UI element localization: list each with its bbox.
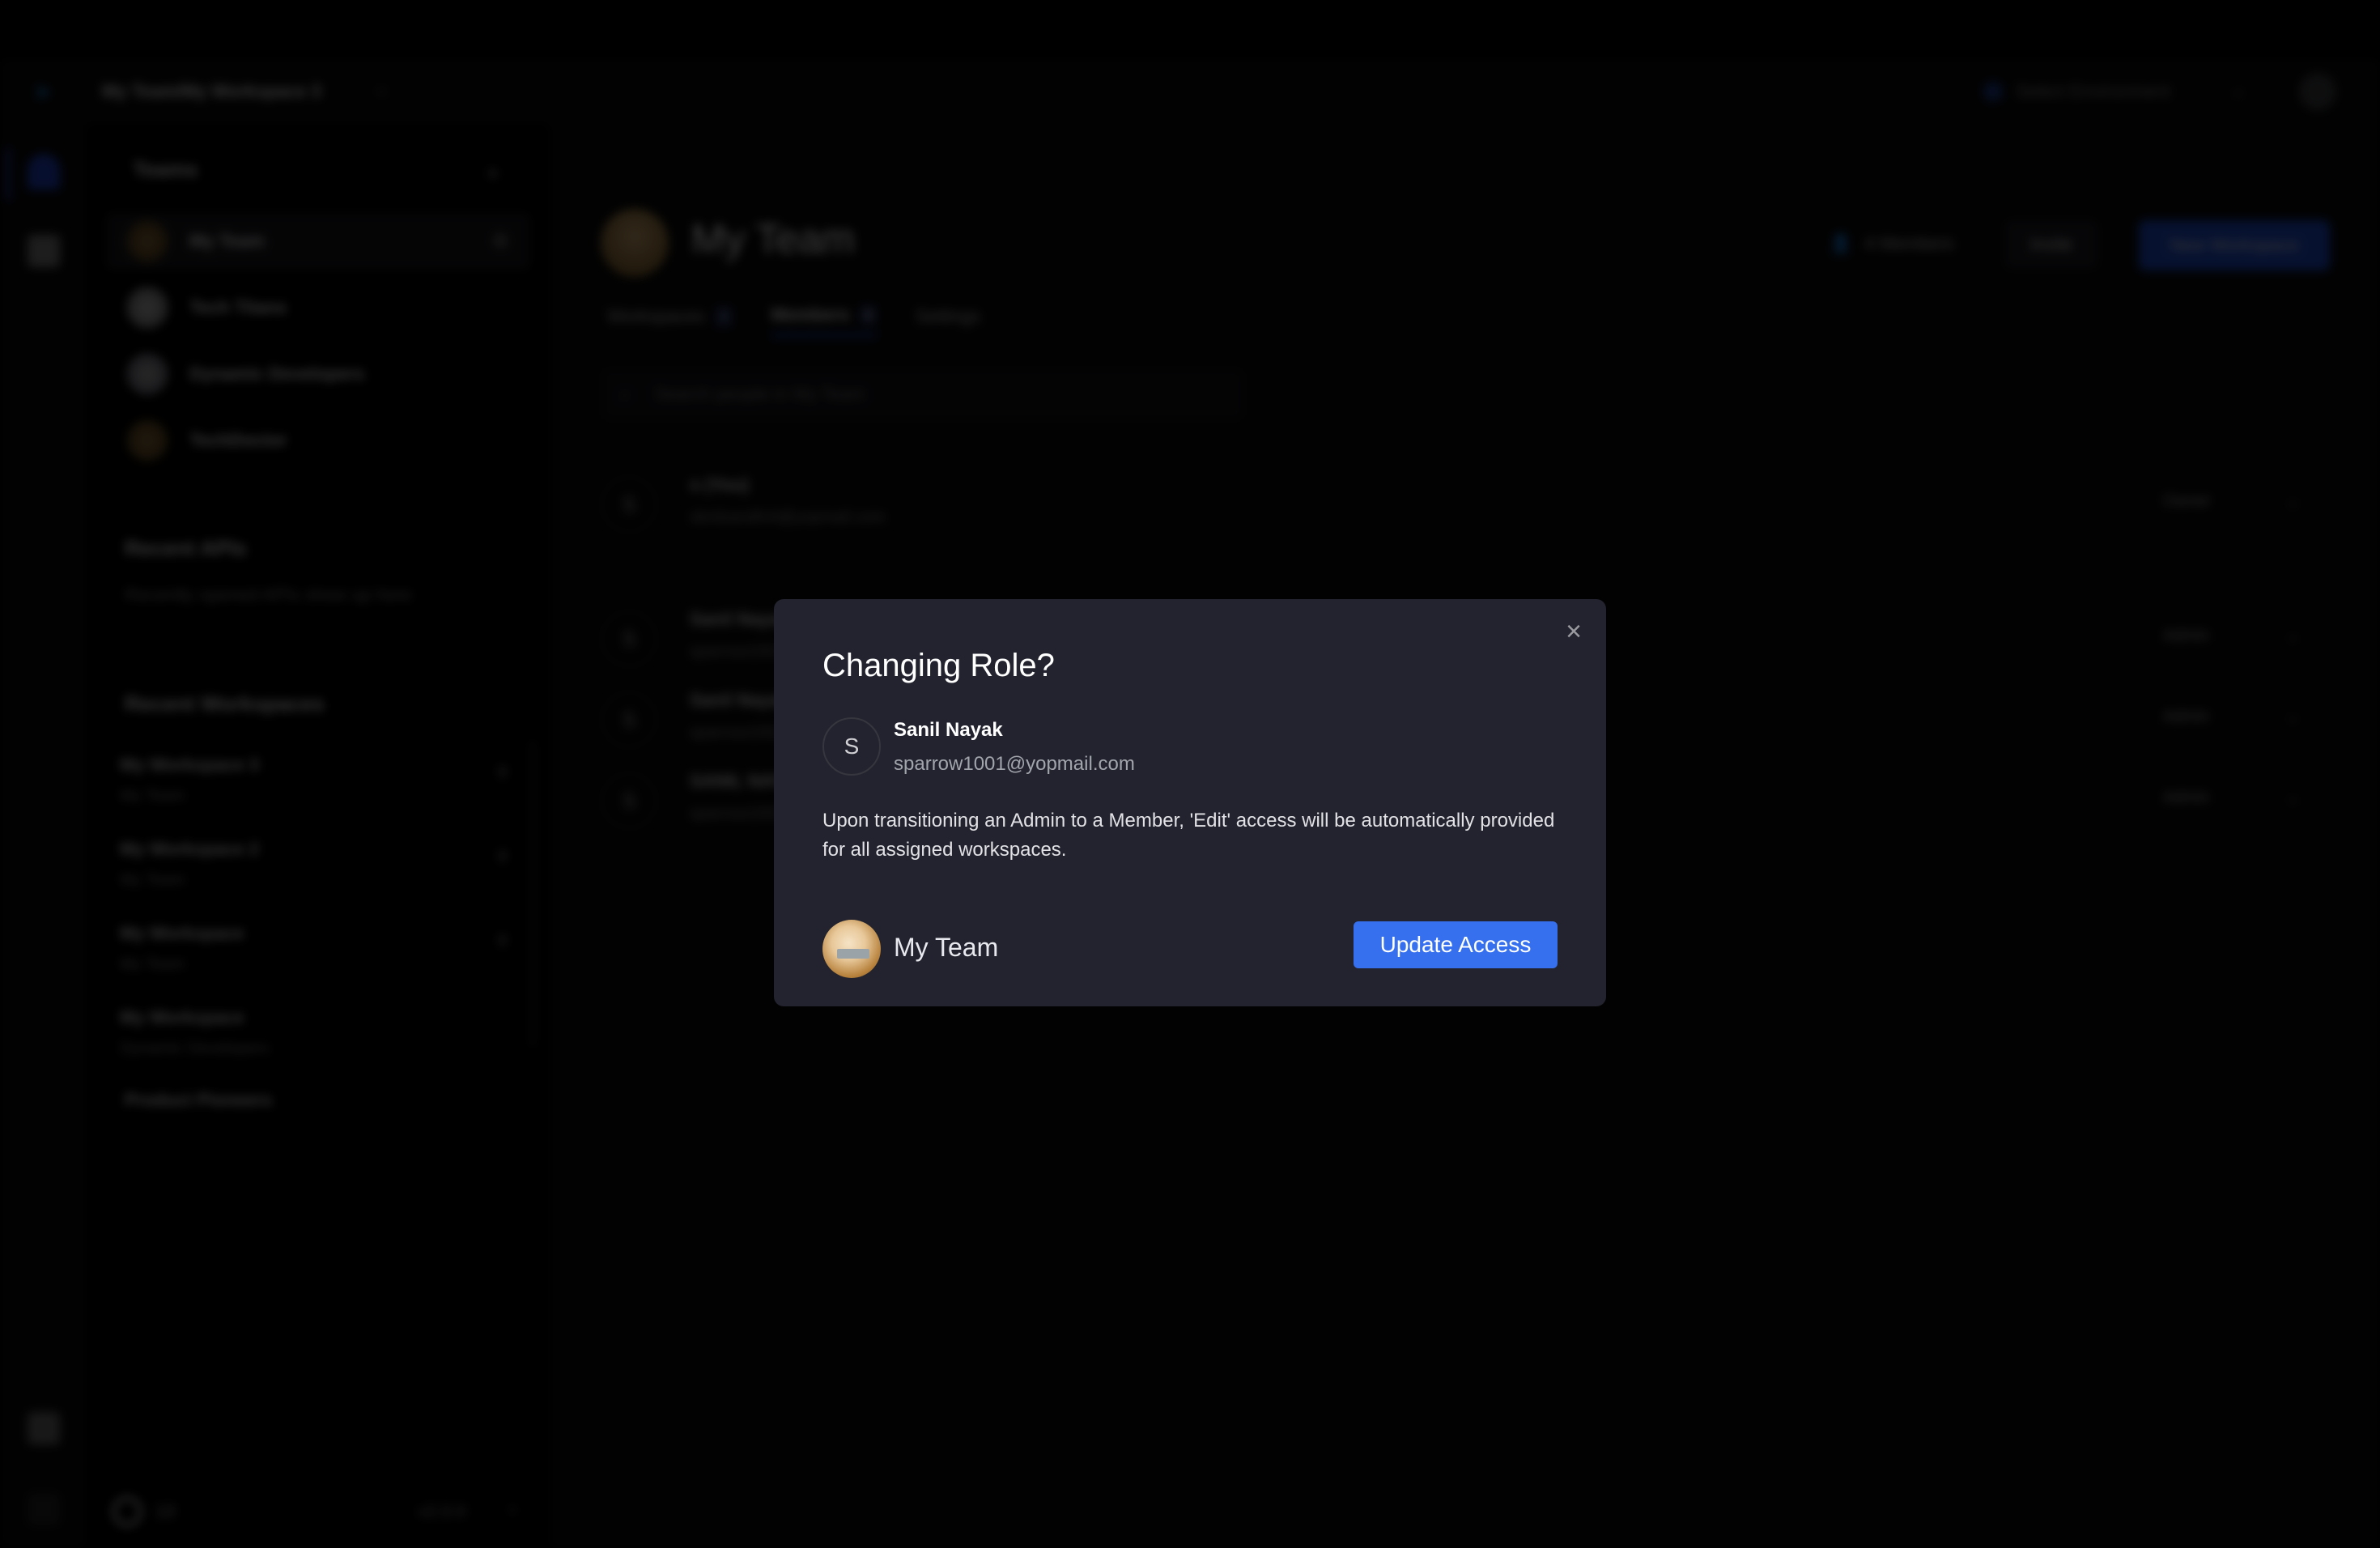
user-avatar: S bbox=[822, 717, 881, 776]
change-role-modal: × Changing Role? S Sanil Nayak sparrow10… bbox=[774, 599, 1606, 1006]
modal-title: Changing Role? bbox=[822, 648, 1055, 683]
user-email: sparrow1001@yopmail.com bbox=[894, 753, 1135, 775]
update-access-button[interactable]: Update Access bbox=[1354, 921, 1558, 968]
close-icon[interactable]: × bbox=[1559, 617, 1588, 646]
team-avatar bbox=[822, 920, 881, 978]
user-name: Sanil Nayak bbox=[894, 719, 1003, 741]
team-name: My Team bbox=[894, 933, 999, 962]
laptop-image bbox=[837, 949, 869, 959]
app-root: ➤ My Team/My Workspace 3 ⌄ Select Enviro… bbox=[0, 0, 2380, 1548]
role-change-message: Upon transitioning an Admin to a Member,… bbox=[822, 810, 1555, 861]
